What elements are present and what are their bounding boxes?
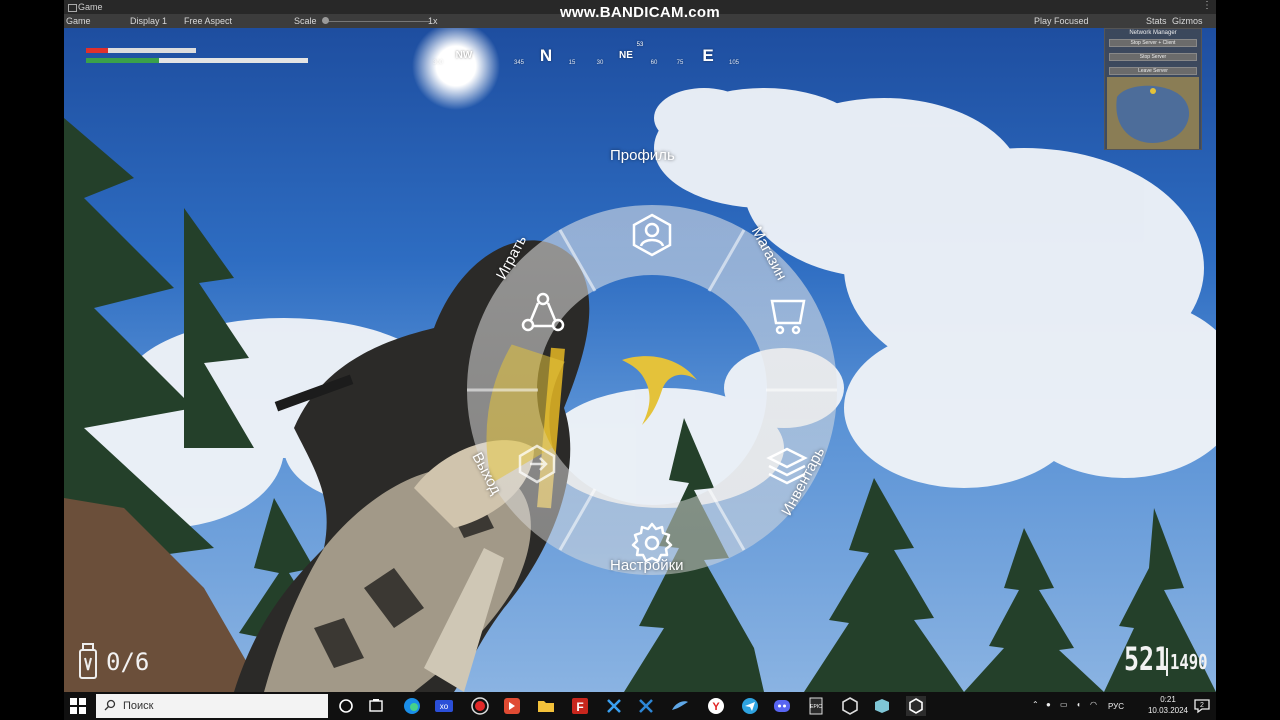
health-bar-fill [86,48,108,53]
game-viewport[interactable]: 53 300 NW 345 N 15 30 NE 60 75 E 105 Net… [64,28,1216,692]
layers-icon[interactable] [766,445,808,487]
task-view-icon[interactable] [366,696,386,716]
tray-chevron-icon[interactable]: ⌃ [1032,700,1039,709]
notification-icon[interactable]: 2 [1194,698,1210,714]
app-icon-cube[interactable] [872,696,892,716]
compass-tick: 300 [432,60,444,66]
edge-icon[interactable] [402,696,422,716]
radial-menu: Профиль Магазин Инвентарь Настройки Выхо… [468,143,904,574]
compass-e: E [702,46,714,65]
unity-editor-icon[interactable] [906,696,926,716]
compass-n: N [539,46,553,65]
svg-text:F: F [576,700,583,714]
app-icon-x[interactable] [604,696,624,716]
notification-count: 2 [1200,702,1204,709]
stamina-bar-fill [86,58,160,63]
leave-server-button[interactable]: Leave Server [1109,67,1197,75]
ammo-counter: 521 1490 [1120,640,1210,680]
compass-tick: 105 [728,60,740,66]
taskbar-search[interactable]: Поиск [96,694,328,718]
radial-label-shop[interactable]: Магазин [748,224,790,283]
bandicam-watermark: www.BANDICAM.com [559,4,721,21]
compass-ne: NE [619,50,633,61]
health-bar [86,48,196,53]
stop-server-button[interactable]: Stop Server [1109,53,1197,61]
minimap [1107,77,1199,149]
search-icon [104,699,116,711]
compass-nw: NW [455,50,473,61]
svg-text:EPIC: EPIC [810,704,822,710]
epic-games-icon[interactable]: EPIC [806,696,826,716]
cart-icon[interactable] [768,293,808,337]
yandex-icon[interactable]: Y [706,696,726,716]
app-icon-x2[interactable] [636,696,656,716]
compass-tick: 30 [596,60,604,66]
gear-icon[interactable] [630,521,674,565]
compass-tick: 345 [513,60,525,66]
grenade-count: 0/6 [106,648,150,676]
svg-text:Y: Y [712,701,720,713]
exit-icon[interactable] [516,443,558,485]
filezilla-icon[interactable]: F [570,696,590,716]
windows-start-icon[interactable] [70,698,86,714]
windows-taskbar: Поиск xo F Y EPIC ⌃ ● ▭ ◖ ◠ РУС 0:21 10.… [64,692,1216,720]
network-manager-panel: Network Manager Stop Server + Client Sto… [1104,28,1202,150]
search-placeholder: Поиск [123,700,154,712]
stamina-bar [86,58,308,63]
system-tray: ⌃ ● ▭ ◖ ◠ РУС 0:21 10.03.2024 2 [1028,692,1216,720]
app-icon-red[interactable] [502,696,522,716]
app-icon-blue[interactable]: xo [434,696,454,716]
scale-slider-track[interactable] [326,21,430,22]
profile-icon[interactable] [630,213,674,257]
app-icon-wing[interactable] [670,696,690,716]
tray-time[interactable]: 0:21 [1148,695,1188,704]
radial-label-profile[interactable]: Профиль [610,147,675,164]
tray-volume-icon[interactable]: ◖ [1076,700,1081,709]
folder-icon[interactable] [536,696,556,716]
compass: 53 300 NW 345 N 15 30 NE 60 75 E 105 [424,42,864,72]
stop-server-client-button[interactable]: Stop Server + Client [1109,39,1197,47]
grenade-counter: 0/6 [68,638,178,682]
tray-network-icon[interactable]: ▭ [1060,700,1068,709]
ammo-magazine: 521 [1124,640,1170,678]
grenade-icon [79,643,97,679]
unity-hub-icon[interactable] [840,696,860,716]
compass-bearing: 53 [636,42,644,48]
svg-text:xo: xo [440,702,449,711]
compass-tick: 15 [568,60,576,66]
compass-tick: 75 [676,60,684,66]
cortana-icon[interactable] [336,696,356,716]
tray-app-icon[interactable]: ● [1046,700,1051,709]
network-icon[interactable] [520,291,566,335]
tray-language[interactable]: РУС [1108,702,1124,711]
record-icon[interactable] [470,696,490,716]
telegram-icon[interactable] [740,696,760,716]
tray-wifi-icon[interactable]: ◠ [1090,700,1097,709]
ammo-reserve: 1490 [1170,650,1208,674]
network-manager-title: Network Manager [1129,30,1177,36]
ammo-separator [1166,648,1168,676]
discord-icon[interactable] [772,696,792,716]
compass-tick: 60 [650,60,658,66]
tray-date[interactable]: 10.03.2024 [1138,706,1198,715]
